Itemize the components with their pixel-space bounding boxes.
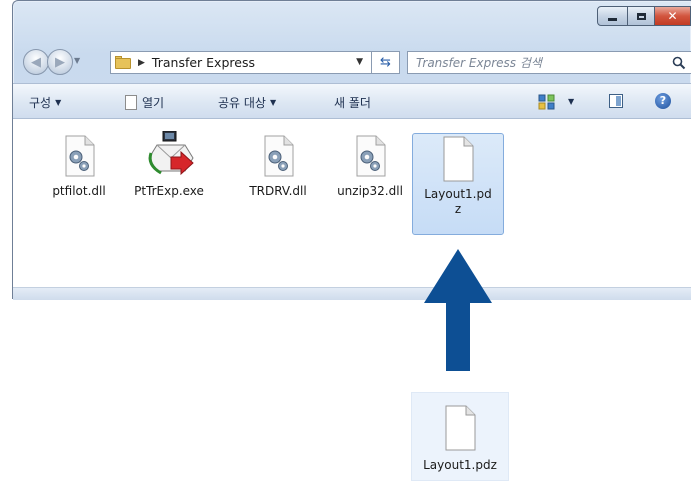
refresh-button[interactable]: ⇆ [372, 51, 400, 74]
breadcrumb-transfer-express[interactable]: Transfer Express [152, 55, 255, 70]
list-item[interactable]: unzip32.dll [327, 135, 413, 199]
maximize-button[interactable] [628, 6, 655, 26]
file-name: PtTrExp.exe [134, 184, 204, 198]
list-item-selected[interactable]: Layout1.pd z [412, 133, 504, 235]
preview-pane-icon[interactable] [609, 94, 623, 108]
close-icon: ✕ [667, 9, 678, 23]
organize-menu[interactable]: 구성 ▼ [29, 94, 61, 111]
new-folder-button[interactable]: 새 폴더 [334, 94, 371, 111]
file-name-line-1: Layout1.pd [424, 187, 492, 201]
search-placeholder: Transfer Express 검색 [416, 56, 542, 70]
command-bar: 구성 ▼ 열기 공유 대상 ▼ 새 폴더 ▼ ? [13, 83, 691, 119]
file-list: ptfilot.dll PtTrExp.exe TRDRV.dll unzip3… [13, 119, 691, 299]
search-input[interactable]: Transfer Express 검색 [407, 51, 691, 74]
minimize-icon [608, 17, 617, 21]
folder-icon [115, 56, 131, 69]
minimize-button[interactable] [597, 6, 628, 26]
file-name-line-2: z [454, 202, 462, 216]
organize-label: 구성 [29, 96, 52, 110]
chevron-down-icon: ▼ [269, 98, 277, 107]
back-button[interactable]: ◀ [23, 49, 49, 75]
refresh-icon: ⇆ [380, 55, 391, 70]
file-name: ptfilot.dll [52, 184, 106, 198]
help-icon[interactable]: ? [655, 93, 671, 109]
open-label: 열기 [142, 96, 165, 110]
dll-gear-icon [356, 135, 386, 177]
explorer-window: ✕ ◀ ▶ ▼ ▶ Transfer Express ▼ ⇆ Transfer … [12, 0, 691, 300]
address-dropdown-icon[interactable]: ▼ [356, 57, 363, 67]
navigation-bar: ◀ ▶ ▼ ▶ Transfer Express ▼ ⇆ Transfer Ex… [13, 49, 691, 77]
back-arrow-icon: ◀ [31, 54, 41, 70]
forward-arrow-icon: ▶ [55, 54, 65, 70]
dragged-file[interactable]: Layout1.pdz [411, 392, 509, 481]
list-item[interactable]: ptfilot.dll [36, 135, 122, 199]
new-folder-label: 새 폴더 [334, 96, 371, 110]
list-item[interactable]: PtTrExp.exe [126, 130, 212, 199]
status-strip [13, 287, 691, 300]
blank-document-icon [445, 405, 476, 451]
history-dropdown-icon[interactable]: ▼ [74, 56, 80, 65]
drag-direction-arrow-icon [424, 249, 492, 371]
maximize-icon [636, 12, 646, 20]
blank-document-icon [443, 136, 474, 182]
view-dropdown-icon[interactable]: ▼ [568, 97, 574, 106]
share-menu[interactable]: 공유 대상 ▼ [218, 94, 276, 111]
forward-button[interactable]: ▶ [47, 49, 73, 75]
dll-gear-icon [264, 135, 294, 177]
change-view-icon[interactable] [538, 94, 556, 110]
file-name: TRDRV.dll [249, 184, 307, 198]
chevron-down-icon: ▼ [55, 98, 62, 107]
share-label: 공유 대상 [218, 96, 266, 110]
list-item[interactable]: TRDRV.dll [235, 135, 321, 199]
dll-gear-icon [65, 135, 95, 177]
transfer-express-app-icon [148, 130, 194, 176]
close-button[interactable]: ✕ [655, 6, 691, 26]
open-button[interactable]: 열기 [125, 94, 164, 111]
dragged-file-name: Layout1.pdz [423, 458, 497, 472]
file-name: unzip32.dll [337, 184, 403, 198]
search-icon[interactable] [672, 56, 686, 70]
breadcrumb-separator-icon[interactable]: ▶ [138, 58, 145, 68]
address-bar[interactable]: ▶ Transfer Express ▼ [110, 51, 372, 74]
page-icon [125, 95, 137, 110]
caption-buttons: ✕ [597, 6, 691, 28]
